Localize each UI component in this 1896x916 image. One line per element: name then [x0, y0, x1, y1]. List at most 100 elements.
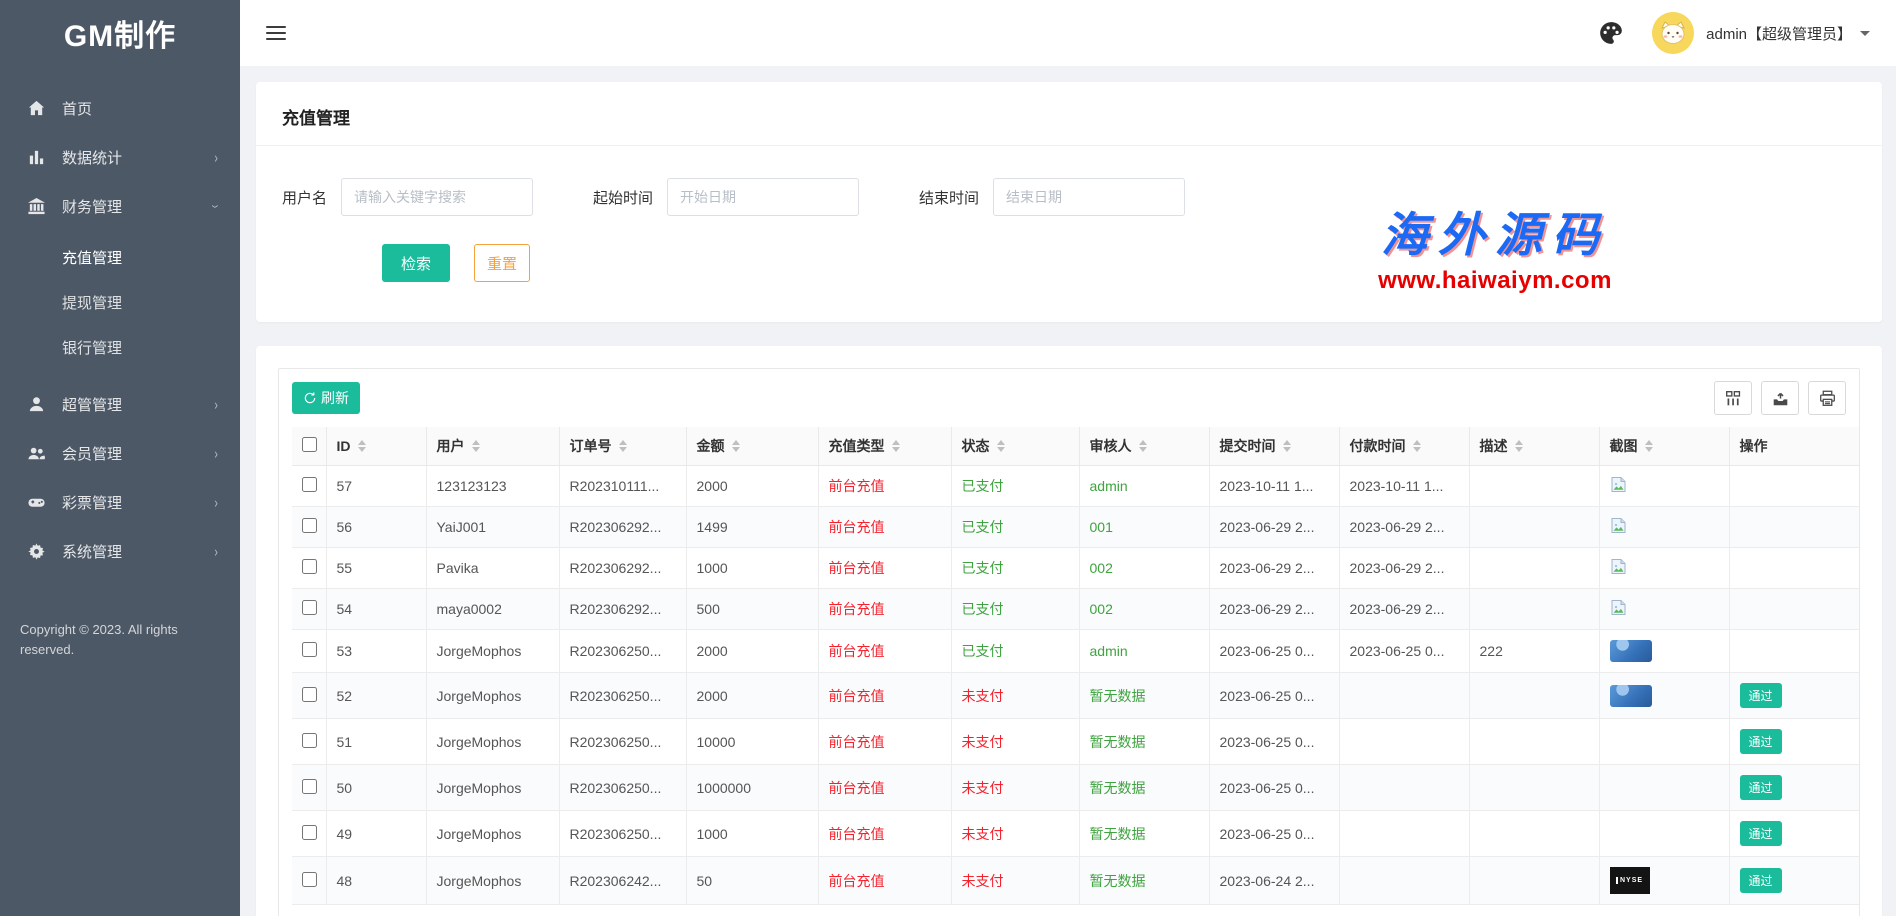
gamepad-icon	[26, 493, 46, 513]
export-button[interactable]	[1761, 381, 1799, 415]
theme-palette-icon[interactable]	[1598, 20, 1624, 46]
refresh-button[interactable]: 刷新	[292, 382, 360, 414]
home-icon	[26, 99, 46, 119]
sidebar-subitem[interactable]: 银行管理	[0, 325, 240, 370]
row-checkbox[interactable]	[302, 559, 317, 574]
avatar[interactable]	[1652, 12, 1694, 54]
cell-screenshot	[1599, 811, 1729, 857]
approve-button[interactable]: 通过	[1740, 775, 1782, 800]
column-header[interactable]: 描述	[1469, 427, 1599, 466]
sort-icon[interactable]	[892, 440, 900, 452]
select-all-checkbox[interactable]	[302, 437, 317, 452]
cell-amount: 1000000	[686, 765, 818, 811]
cell-amount: 10000	[686, 719, 818, 765]
sort-icon[interactable]	[1645, 440, 1653, 452]
sort-icon[interactable]	[732, 440, 740, 452]
screenshot-thumbnail[interactable]	[1610, 685, 1652, 707]
cell-pay-time	[1339, 811, 1469, 857]
cell-actions: 通过	[1729, 673, 1859, 719]
sort-icon[interactable]	[997, 440, 1005, 452]
row-checkbox[interactable]	[302, 779, 317, 794]
cell-recharge-type: 前台充值	[818, 466, 951, 507]
row-checkbox[interactable]	[302, 687, 317, 702]
column-header[interactable]: 状态	[951, 427, 1079, 466]
sort-icon[interactable]	[472, 440, 480, 452]
sidebar-subitem[interactable]: 提现管理	[0, 280, 240, 325]
sidebar-menu: 首页数据统计›财务管理›充值管理提现管理银行管理超管管理›会员管理›彩票管理›系…	[0, 84, 240, 576]
cell-description	[1469, 765, 1599, 811]
chevron-right-icon: ›	[214, 149, 217, 166]
row-checkbox[interactable]	[302, 477, 317, 492]
user-menu[interactable]: admin【超级管理员】	[1652, 12, 1870, 54]
cell-auditor: admin	[1079, 630, 1209, 673]
approve-button[interactable]: 通过	[1740, 868, 1782, 893]
approve-button[interactable]: 通过	[1740, 729, 1782, 754]
cell-order: R202306250...	[559, 811, 686, 857]
username-label: admin【超级管理员】	[1706, 23, 1852, 44]
sort-icon[interactable]	[358, 440, 366, 452]
main-area: admin【超级管理员】 充值管理 用户名 起始时间 结束时间	[240, 0, 1896, 916]
sidebar-subitem[interactable]: 充值管理	[0, 235, 240, 280]
sidebar-item-label: 数据统计	[62, 147, 214, 168]
column-header[interactable]: 订单号	[559, 427, 686, 466]
row-checkbox[interactable]	[302, 872, 317, 887]
cell-description	[1469, 466, 1599, 507]
column-header[interactable]: 金额	[686, 427, 818, 466]
sidebar-item-3[interactable]: 超管管理›	[0, 380, 240, 429]
sidebar-item-6[interactable]: 系统管理›	[0, 527, 240, 576]
screenshot-thumbnail[interactable]	[1610, 640, 1652, 662]
sort-icon[interactable]	[619, 440, 627, 452]
cell-status: 未支付	[951, 857, 1079, 905]
column-header[interactable]: ID	[326, 427, 426, 466]
column-header[interactable]: 截图	[1599, 427, 1729, 466]
end-date-input[interactable]	[993, 178, 1185, 216]
column-header[interactable]: 审核人	[1079, 427, 1209, 466]
column-label: 充值类型	[829, 436, 885, 456]
cell-pay-time	[1339, 765, 1469, 811]
username-filter-input[interactable]	[341, 178, 533, 216]
cell-id: 48	[326, 857, 426, 905]
sort-icon[interactable]	[1283, 440, 1291, 452]
menu-toggle-icon[interactable]	[266, 22, 286, 44]
row-checkbox[interactable]	[302, 825, 317, 840]
sidebar-item-5[interactable]: 彩票管理›	[0, 478, 240, 527]
sort-icon[interactable]	[1139, 440, 1147, 452]
screenshot-thumbnail[interactable]: NYSE	[1610, 867, 1650, 894]
cell-id: 54	[326, 589, 426, 630]
cell-actions: 通过	[1729, 811, 1859, 857]
column-header[interactable]: 提交时间	[1209, 427, 1339, 466]
column-label: 状态	[962, 436, 990, 456]
row-checkbox[interactable]	[302, 642, 317, 657]
sidebar-item-2[interactable]: 财务管理›	[0, 182, 240, 231]
column-header[interactable]: 付款时间	[1339, 427, 1469, 466]
sort-icon[interactable]	[1515, 440, 1523, 452]
row-checkbox[interactable]	[302, 733, 317, 748]
cell-submit-time: 2023-06-29 2...	[1209, 507, 1339, 548]
column-header[interactable]: 用户	[426, 427, 559, 466]
cell-user: 123123123	[426, 466, 559, 507]
reset-button[interactable]: 重置	[474, 244, 530, 282]
approve-button[interactable]: 通过	[1740, 821, 1782, 846]
cell-submit-time: 2023-06-25 0...	[1209, 719, 1339, 765]
row-checkbox[interactable]	[302, 518, 317, 533]
print-button[interactable]	[1808, 381, 1846, 415]
sidebar-item-4[interactable]: 会员管理›	[0, 429, 240, 478]
cell-amount: 2000	[686, 673, 818, 719]
table-row: 53JorgeMophosR202306250...2000前台充值已支付adm…	[292, 630, 1859, 673]
approve-button[interactable]: 通过	[1740, 683, 1782, 708]
broken-image-icon	[1610, 603, 1627, 619]
column-header: 操作	[1729, 427, 1859, 466]
cell-order: R202306292...	[559, 507, 686, 548]
column-header[interactable]: 充值类型	[818, 427, 951, 466]
cell-pay-time: 2023-06-29 2...	[1339, 589, 1469, 630]
sidebar-item-0[interactable]: 首页	[0, 84, 240, 133]
column-settings-button[interactable]	[1714, 381, 1752, 415]
sidebar-item-1[interactable]: 数据统计›	[0, 133, 240, 182]
app-window: GM制作 首页数据统计›财务管理›充值管理提现管理银行管理超管管理›会员管理›彩…	[0, 0, 1896, 916]
sort-icon[interactable]	[1413, 440, 1421, 452]
start-date-input[interactable]	[667, 178, 859, 216]
column-label: 审核人	[1090, 436, 1132, 456]
end-time-label: 结束时间	[919, 187, 979, 208]
search-button[interactable]: 检索	[382, 244, 450, 282]
row-checkbox[interactable]	[302, 600, 317, 615]
